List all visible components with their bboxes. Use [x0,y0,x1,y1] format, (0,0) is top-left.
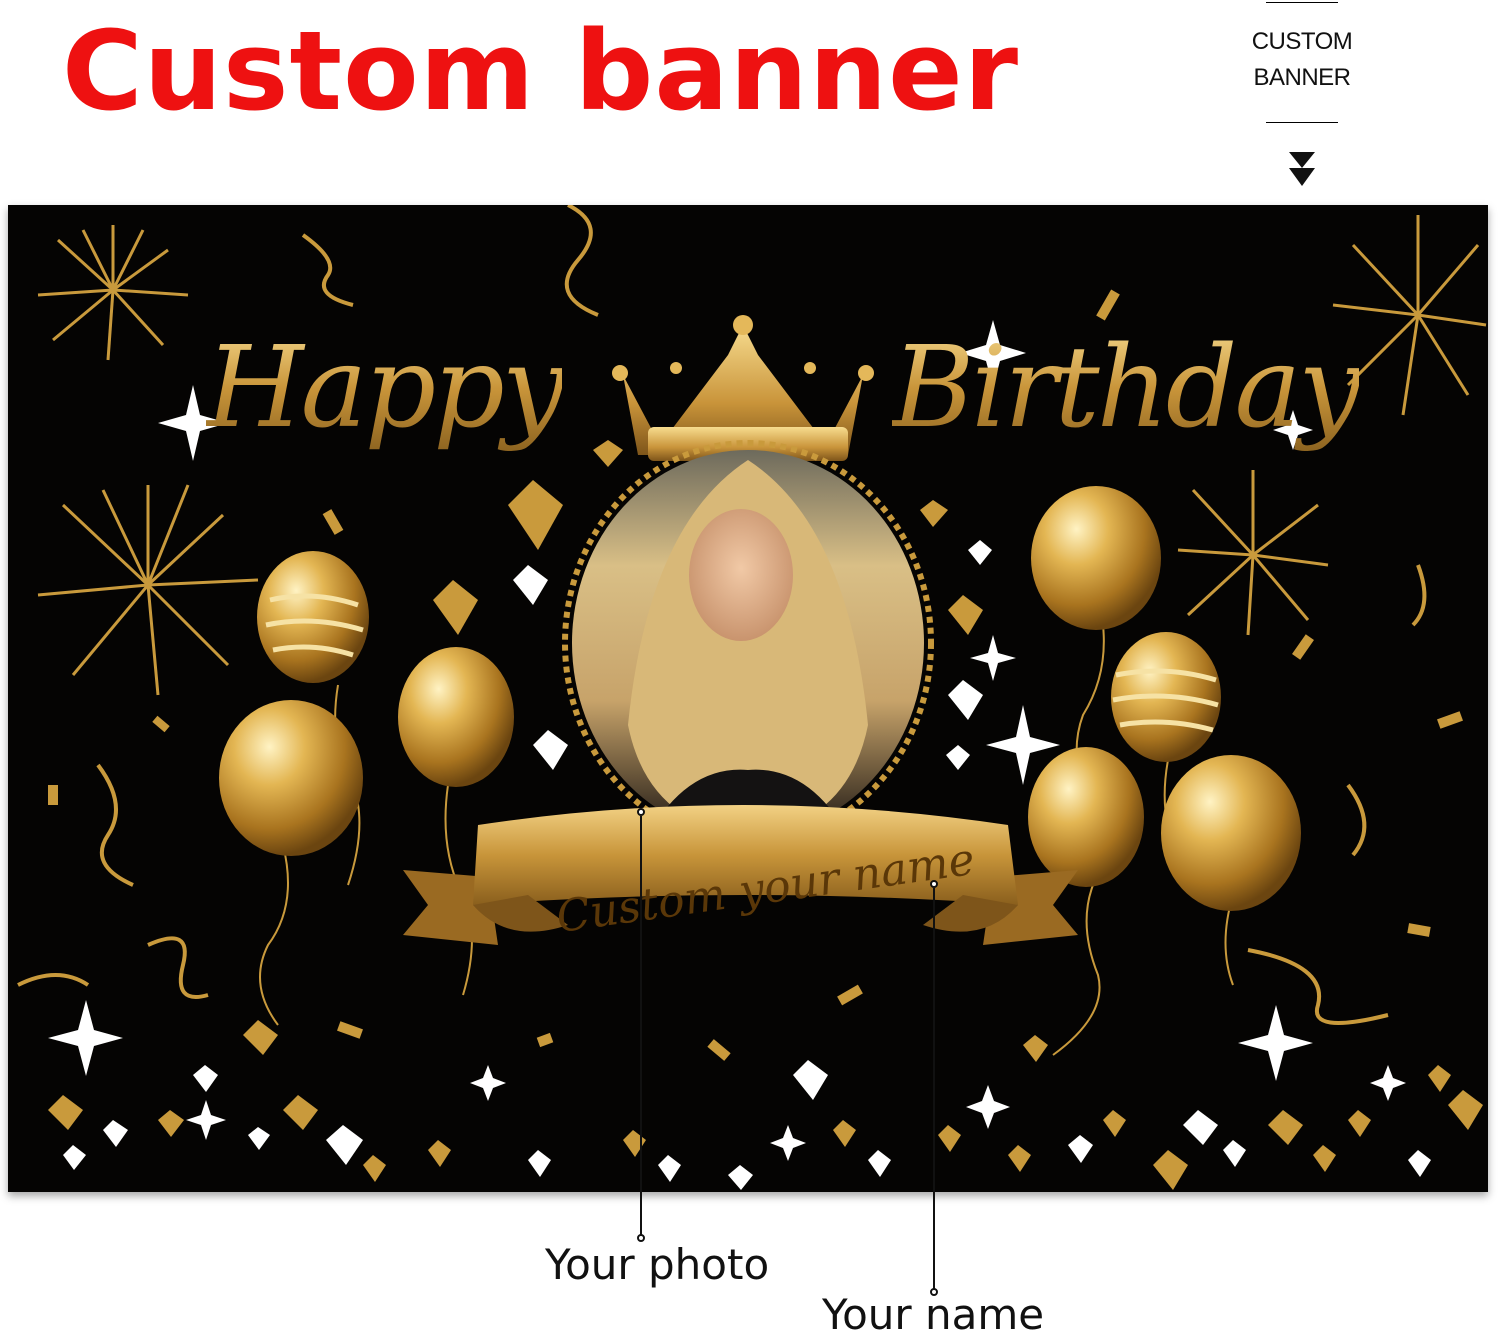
firework-mid-left [37,484,259,696]
streamer [96,763,134,887]
balloons-right [1028,486,1301,1056]
callout-name-line [933,888,935,1290]
birthday-banner: Happy Birthday Custom your name [8,205,1488,1192]
callout-photo-dot-top [637,808,645,816]
firework-top-left [37,225,189,361]
photo-oval [562,440,934,846]
streamer [564,205,599,317]
crown [612,315,874,461]
streamer [1346,783,1367,857]
headline-happy: Happy [206,323,565,453]
callout-name-label: Your name [822,1290,1045,1339]
tag-divider-bottom [1266,122,1338,123]
streamer [1411,564,1427,627]
callout-photo-label: Your photo [545,1240,770,1289]
callout-name-dot-top [930,880,938,888]
streamer [1247,948,1389,1025]
custom-banner-tag: CUSTOM BANNER [1232,0,1372,200]
firework-mid-right [1177,470,1329,636]
tag-divider-top [1266,2,1338,3]
page-title: Custom banner [62,7,1020,135]
headline-birthday: Birthday [892,323,1362,453]
streamer [17,973,90,987]
callout-photo-line [640,816,642,1236]
tag-line-2: BANNER [1253,64,1351,91]
streamer [147,936,209,999]
arrow-down-icon [1289,152,1315,186]
balloons-left [219,551,514,1026]
tag-line-1: CUSTOM [1251,28,1353,55]
streamer [301,233,354,307]
